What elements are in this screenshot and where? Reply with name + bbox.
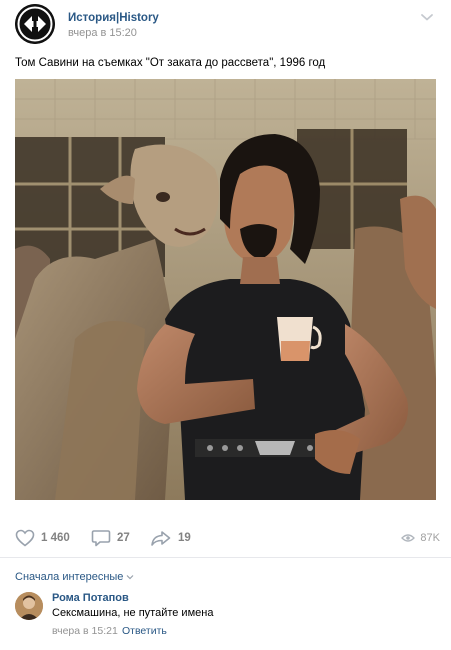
eye-icon [401,534,416,542]
likes-count: 1 460 [41,532,70,544]
post-photo[interactable] [15,79,436,500]
user-avatar-image [15,592,43,620]
comment-text: Сексмашина, не путайте имена [52,607,214,619]
comments-count: 27 [117,532,130,544]
chevron-down-icon [126,575,134,580]
reply-button[interactable]: Ответить [122,625,167,637]
sort-label-text: Сначала интересные [15,571,124,583]
post-text: Том Савини на съемках "От заката до расс… [15,57,326,69]
views-indicator: 87K [401,525,440,551]
group-avatar[interactable] [15,4,55,44]
comment-author-link[interactable]: Рома Потапов [52,592,129,604]
photo-illustration [15,79,436,500]
share-button[interactable]: 19 [150,525,191,551]
comments-sort-dropdown[interactable]: Сначала интересные [15,571,134,583]
like-button[interactable]: 1 460 [15,525,70,551]
comment-button[interactable]: 27 [91,525,130,551]
shares-count: 19 [178,532,191,544]
comment-timestamp[interactable]: вчера в 15:21 [52,625,118,637]
post-timestamp[interactable]: вчера в 15:20 [68,27,137,39]
commenter-avatar[interactable] [15,592,43,620]
history-logo-icon [15,4,55,44]
divider [0,557,451,558]
group-name-link[interactable]: История|History [68,12,159,24]
heart-icon [15,529,35,547]
post-actions-bar: 1 460 27 19 87K [15,525,440,551]
views-count: 87K [420,532,440,544]
chevron-down-icon[interactable] [420,12,434,22]
post-header: История|History вчера в 15:20 [15,4,440,48]
comment-icon [91,530,111,547]
share-icon [151,531,171,546]
